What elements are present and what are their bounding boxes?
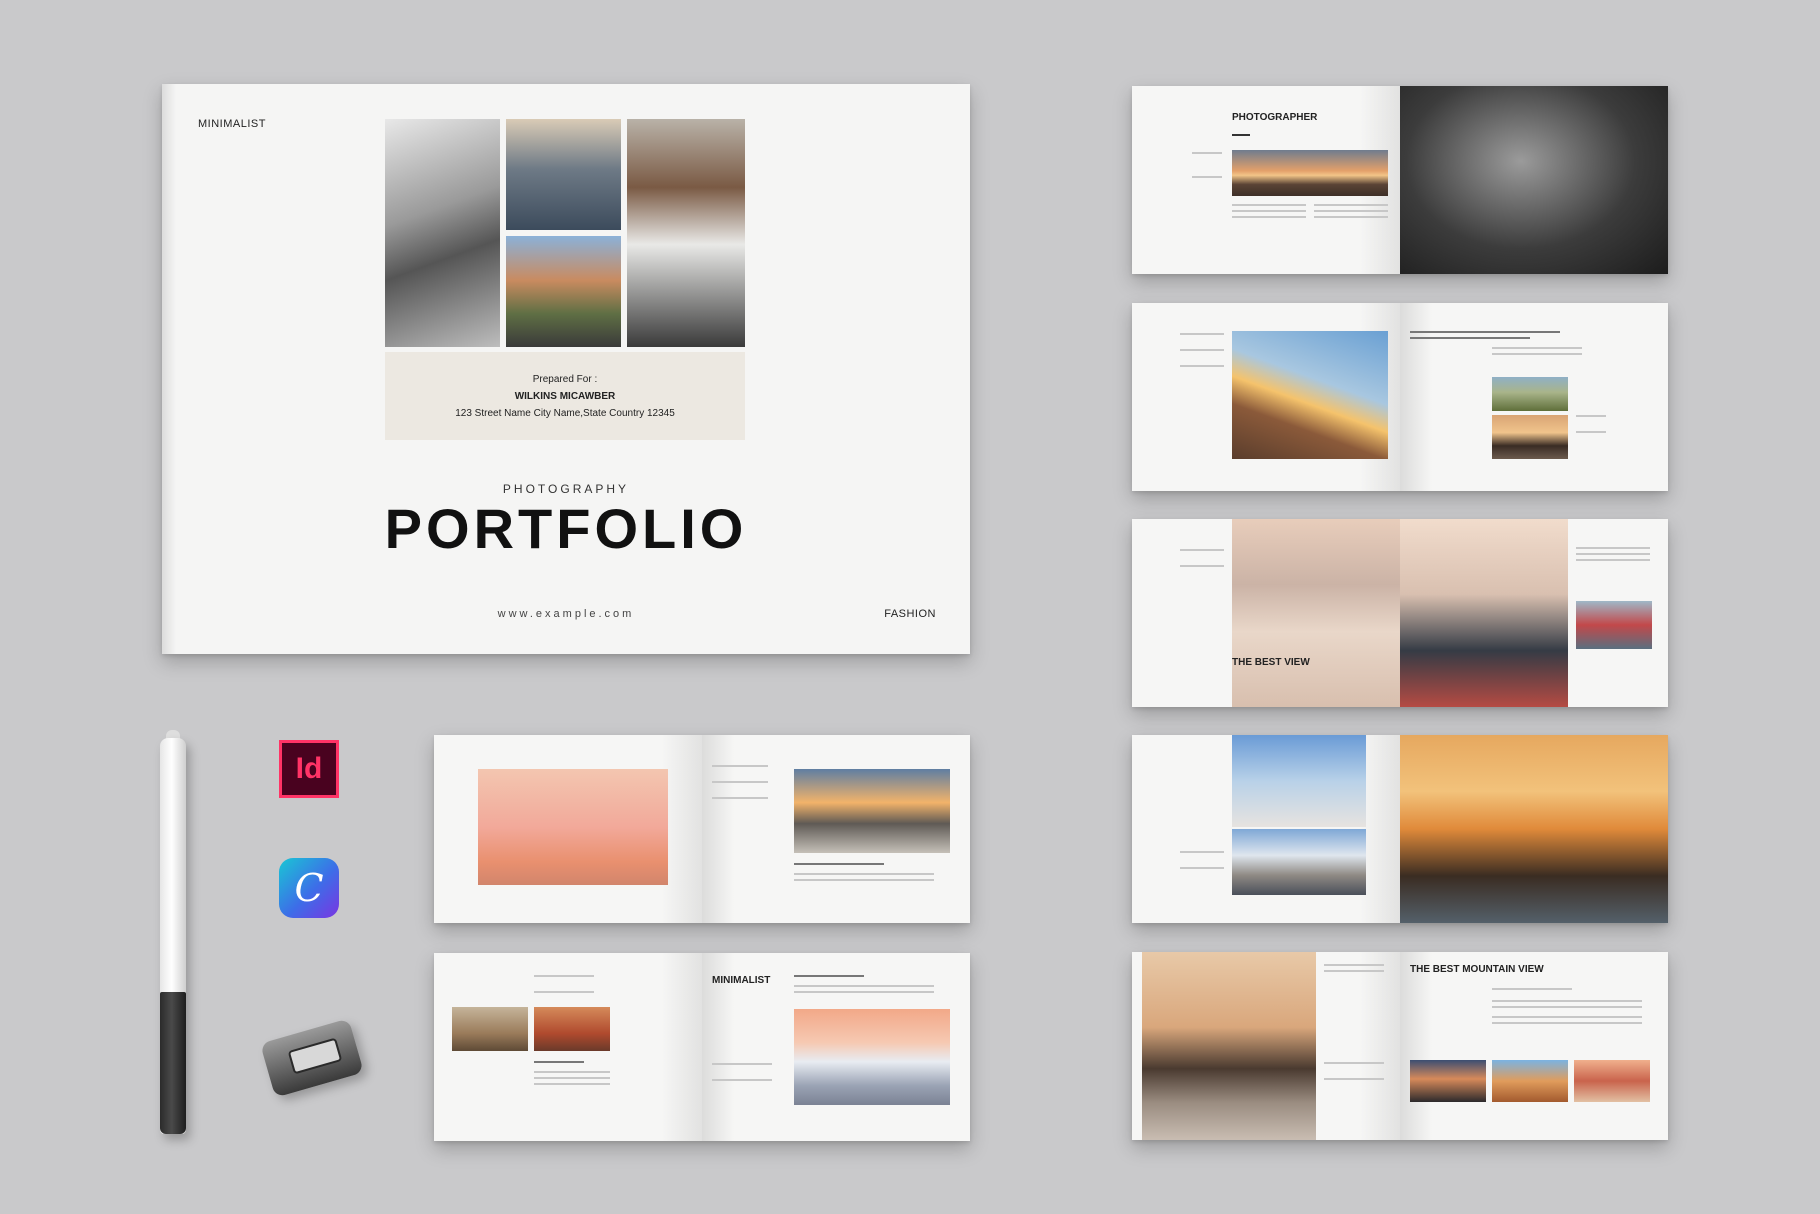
climbing-photo: [1232, 331, 1388, 459]
rio-sunset-photo: [794, 769, 950, 853]
spread-left-page: [1132, 303, 1400, 491]
prepared-for-label: Prepared For :: [532, 374, 598, 385]
spread-waves: [1132, 735, 1668, 923]
snowy-peak-photo: [794, 1009, 950, 1105]
spread-right-page: [1400, 735, 1668, 923]
pen-cap: [160, 992, 186, 1134]
sunset-coast-photo: [1410, 1060, 1486, 1102]
rock-arch-photo: [1142, 952, 1316, 1140]
spread-minimalist: MINIMALIST: [434, 953, 970, 1141]
spread-left-page: [1132, 735, 1400, 923]
bw-portrait-photo: [1400, 86, 1668, 274]
spread-left-page: [434, 735, 702, 923]
minimalist-title: MINIMALIST: [712, 975, 771, 986]
cover-category: FASHION: [884, 608, 936, 620]
spread-left-page: [1132, 952, 1400, 1140]
spread-photographer: PHOTOGRAPHER: [1132, 86, 1668, 274]
beach-arch-photo: [1574, 1060, 1650, 1102]
portfolio-cover: MINIMALIST Prepared For : WILKINS MICAWB…: [162, 84, 970, 654]
photographer-title: PHOTOGRAPHER: [1232, 112, 1318, 123]
green-hills-photo: [1492, 377, 1568, 411]
spread-climbing: [1132, 303, 1668, 491]
cover-spine: [162, 84, 176, 654]
canyon-photo: [1492, 1060, 1568, 1102]
client-address: 123 Street Name City Name,State Country …: [455, 408, 675, 419]
hiker-photo: [1232, 829, 1366, 895]
prepared-for-box: Prepared For : WILKINS MICAWBER 123 Stre…: [385, 352, 745, 440]
spread-right-page: [702, 735, 970, 923]
spread-sailboat: [434, 735, 970, 923]
best-mountain-view-title: THE BEST MOUNTAIN VIEW: [1410, 964, 1544, 975]
dancer-photo: [1232, 735, 1366, 827]
sea-rock-photo: [1492, 415, 1568, 459]
woman-city-photo: [1576, 601, 1652, 649]
spread-best-view: THE BEST VIEW: [1132, 519, 1668, 707]
spread-right-page: THE BEST MOUNTAIN VIEW: [1400, 952, 1668, 1140]
cover-title: PORTFOLIO: [384, 497, 748, 560]
fashion-woman-photo: [385, 119, 500, 347]
canva-icon: C: [279, 858, 339, 918]
sunset-photo: [1232, 150, 1388, 196]
red-rock-photo: [534, 1007, 610, 1051]
camera-mountains-photo: [506, 119, 621, 230]
spread-left-page: [434, 953, 702, 1141]
surfer-photo: [1400, 519, 1568, 707]
beach-photo: [1232, 519, 1400, 707]
spread-right-page: [1400, 86, 1668, 274]
seated-woman-photo: [627, 119, 745, 347]
cover-url: www.example.com: [497, 608, 635, 620]
cover-brand: MINIMALIST: [198, 118, 266, 130]
best-view-title: THE BEST VIEW: [1232, 657, 1310, 668]
spread-right-page: [1400, 303, 1668, 491]
spread-left-page: THE BEST VIEW: [1132, 519, 1400, 707]
spread-right-page: MINIMALIST: [702, 953, 970, 1141]
cover-photo-grid: [385, 119, 745, 347]
spread-left-page: PHOTOGRAPHER: [1132, 86, 1400, 274]
crashing-waves-photo: [1400, 735, 1668, 923]
desert-mountain-photo: [452, 1007, 528, 1051]
indesign-icon: Id: [279, 740, 339, 798]
spread-best-mountain-view: THE BEST MOUNTAIN VIEW: [1132, 952, 1668, 1140]
client-name: WILKINS MICAWBER: [514, 391, 616, 402]
cover-subtitle: PHOTOGRAPHY: [502, 482, 630, 496]
mountain-road-photo: [506, 236, 621, 347]
spread-right-page: [1400, 519, 1668, 707]
sailboat-photo: [478, 769, 668, 885]
